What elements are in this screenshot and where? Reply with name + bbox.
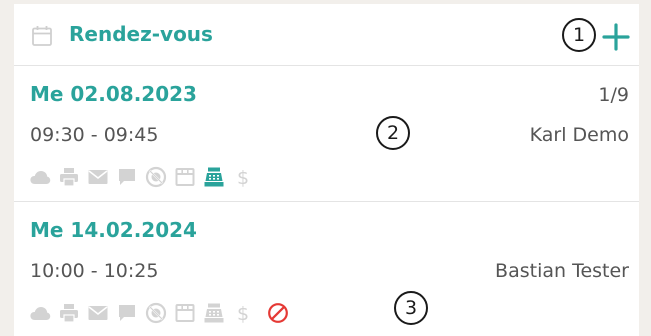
printer-icon[interactable]: [58, 302, 80, 324]
plus-icon: [602, 23, 630, 51]
store-icon[interactable]: [174, 166, 196, 188]
printer-icon[interactable]: [58, 166, 80, 188]
appointment-person: Karl Demo: [529, 124, 629, 146]
appointment-action-icons: $: [29, 164, 261, 190]
appointment-date: Me 14.02.2024: [30, 218, 197, 242]
mail-icon[interactable]: [87, 166, 109, 188]
cash-register-icon[interactable]: [203, 302, 225, 324]
panel-header: Rendez-vous 1: [14, 4, 639, 66]
chat-icon[interactable]: [116, 166, 138, 188]
cancel-icon[interactable]: [267, 302, 289, 324]
appointment-date: Me 02.08.2023: [30, 82, 197, 106]
chat-icon[interactable]: [116, 302, 138, 324]
appointment-time: 09:30 - 09:45: [30, 124, 159, 146]
appointment-item[interactable]: Me 02.08.2023 1/9 09:30 - 09:45 2 Karl D…: [14, 66, 639, 202]
appointment-counter: 1/9: [598, 84, 629, 106]
appointments-panel: Rendez-vous 1 Me 02.08.2023 1/9 09:30 - …: [14, 4, 639, 336]
no-show-icon[interactable]: [145, 166, 167, 188]
svg-text:$: $: [237, 303, 249, 324]
calendar-icon: [31, 25, 53, 47]
dollar-icon[interactable]: $: [232, 302, 254, 324]
appointment-person: Bastian Tester: [495, 260, 629, 282]
callout-marker-2: 2: [376, 116, 410, 150]
appointment-action-icons: $: [29, 300, 296, 326]
cloud-icon[interactable]: [29, 166, 51, 188]
callout-marker-3: 3: [394, 291, 428, 325]
callout-marker-1: 1: [562, 18, 596, 52]
mail-icon[interactable]: [87, 302, 109, 324]
cash-register-icon[interactable]: [203, 166, 225, 188]
add-appointment-button[interactable]: [601, 22, 631, 52]
no-show-icon[interactable]: [145, 302, 167, 324]
dollar-icon[interactable]: $: [232, 166, 254, 188]
svg-text:$: $: [237, 167, 249, 188]
store-icon[interactable]: [174, 302, 196, 324]
panel-title: Rendez-vous: [69, 22, 213, 46]
appointment-item[interactable]: Me 14.02.2024 10:00 - 10:25 Bastian Test…: [14, 202, 639, 336]
cloud-icon[interactable]: [29, 302, 51, 324]
appointment-time: 10:00 - 10:25: [30, 260, 159, 282]
